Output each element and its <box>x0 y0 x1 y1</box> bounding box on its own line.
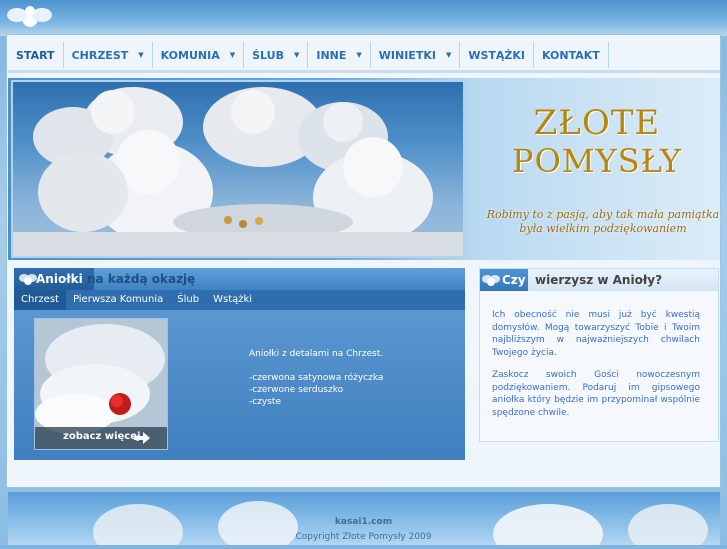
info-panel: Czy wierzysz w Anioły? Ich obecność nie … <box>479 268 719 442</box>
tab-chrzest[interactable]: Chrzest <box>14 290 66 310</box>
cherub-icon <box>19 274 37 285</box>
nav-kontakt[interactable]: KONTAKT <box>534 42 609 68</box>
product-description: Aniołki z detalami na Chrzest. -czerwona… <box>249 348 383 408</box>
tab-wstazki[interactable]: Wstążki <box>206 290 259 310</box>
info-title: Czy <box>502 273 526 287</box>
slogan-line-1: Robimy to z pasją, aby tak mała pamiątka <box>486 208 720 221</box>
nav-inne[interactable]: INNE ▼ <box>308 42 371 68</box>
arrow-right-icon <box>134 432 150 444</box>
nav-divider <box>8 70 720 73</box>
main-nav: START CHRZEST ▼ KOMUNIA ▼ ŚLUB ▼ INNE ▼ WINI… <box>8 42 609 68</box>
slogan: Robimy to z pasją, aby tak mała pamiątka… <box>478 208 727 236</box>
see-more-label: zobacz więcej <box>63 431 141 442</box>
panel-title: Aniołki <box>36 272 83 286</box>
nav-wstazki[interactable]: WSTĄŻKI <box>460 42 535 68</box>
nav-chrzest[interactable]: CHRZEST ▼ <box>64 42 153 68</box>
nav-label: START <box>16 48 55 62</box>
top-bar <box>0 0 727 36</box>
description-line: -czerwona satynowa różyczka <box>249 373 384 383</box>
panel-subtitle: na każdą okazję <box>87 272 196 286</box>
dropdown-caret-icon: ▼ <box>293 51 300 59</box>
description-line <box>249 360 383 372</box>
nav-label: CHRZEST <box>71 48 129 62</box>
brand-line-1: ZŁOTE <box>533 103 661 143</box>
footer-link[interactable]: kasai1.com <box>0 517 727 527</box>
description-line: -czerwone serduszko <box>249 385 344 395</box>
dropdown-caret-icon: ▼ <box>445 51 452 59</box>
info-paragraph-1: Ich obecność nie musi już być kwestią do… <box>492 310 700 358</box>
footer-copyright: Copyright Złote Pomysły 2009 <box>295 532 432 542</box>
nav-label: WSTĄŻKI <box>468 48 526 62</box>
angels-figurines-icon <box>13 87 463 256</box>
panel-header: Aniołki na każdą okazję <box>14 268 465 290</box>
product-image[interactable]: zobacz więcej <box>34 318 168 450</box>
description-line: Aniołki z detalami na Chrzest. <box>249 349 384 359</box>
category-tabs: Chrzest Pierwsza Komunia Ślub Wstążki <box>14 290 465 310</box>
description-line: -czyste <box>249 397 282 407</box>
nav-slub[interactable]: ŚLUB ▼ <box>244 42 309 68</box>
info-subtitle: wierzysz w Anioły? <box>535 273 663 287</box>
cherub-logo-icon <box>7 6 52 27</box>
dropdown-caret-icon: ▼ <box>356 51 362 59</box>
slogan-line-2: była wielkim podziękowaniem <box>519 222 687 235</box>
nav-start[interactable]: START <box>8 42 64 68</box>
nav-label: KOMUNIA <box>160 48 220 62</box>
info-panel-header: Czy wierzysz w Anioły? <box>480 269 718 291</box>
info-text: Ich obecność nie musi już być kwestią do… <box>492 309 700 429</box>
tab-pierwsza-komunia[interactable]: Pierwsza Komunia <box>66 290 170 310</box>
nav-winietki[interactable]: WINIETKI ▼ <box>371 42 461 68</box>
nav-label: WINIETKI <box>378 48 436 62</box>
tab-slub[interactable]: Ślub <box>170 290 206 310</box>
nav-komunia[interactable]: KOMUNIA ▼ <box>153 42 245 68</box>
dropdown-caret-icon: ▼ <box>229 51 236 59</box>
info-paragraph-2: Zaskocz swoich Gości nowoczesnym podzięk… <box>492 370 700 418</box>
nav-label: INNE <box>316 48 347 62</box>
brand-line-2: POMYSŁY <box>512 142 682 180</box>
panel-body: zobacz więcej Aniołki z detalami na Chrz… <box>14 310 465 460</box>
dropdown-caret-icon: ▼ <box>138 51 144 59</box>
nav-label: KONTAKT <box>542 48 600 62</box>
brand-logo[interactable]: ZŁOTE POMYSŁY <box>482 104 712 180</box>
see-more-button[interactable]: zobacz więcej <box>35 427 167 449</box>
angels-banner-image <box>11 80 465 258</box>
angels-panel: Aniołki na każdą okazję Chrzest Pierwsza… <box>14 268 465 460</box>
nav-label: ŚLUB <box>252 48 284 62</box>
cherub-icon <box>482 275 500 286</box>
